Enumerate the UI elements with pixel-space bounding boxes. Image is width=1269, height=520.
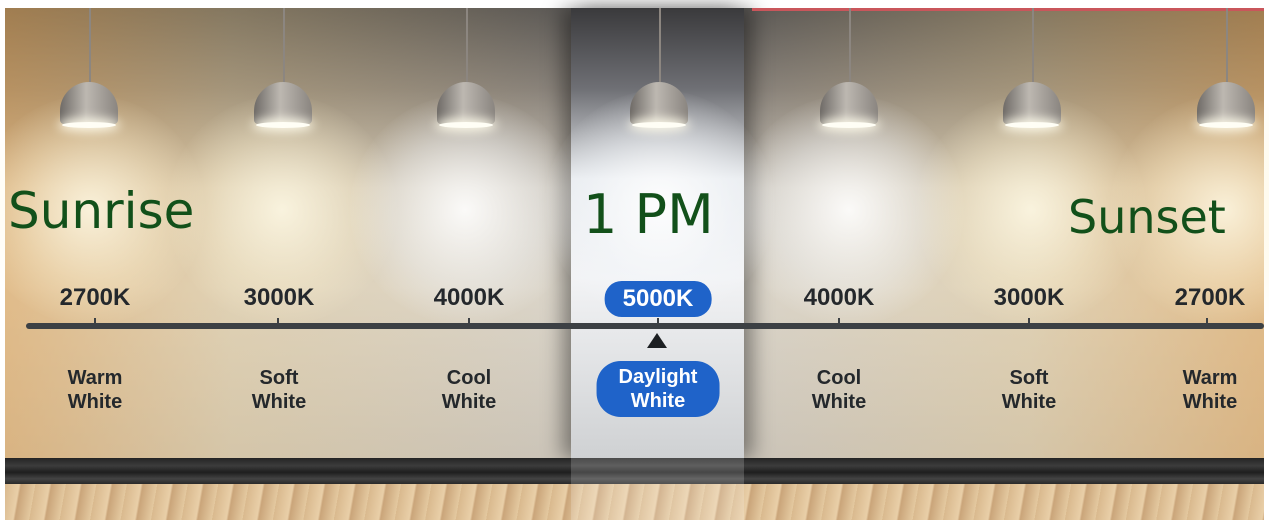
timeline-tick xyxy=(1206,318,1208,328)
light-type-label-highlight: Daylight White xyxy=(596,361,720,417)
light-type-line1: Cool xyxy=(816,367,862,389)
light-type-line2: White xyxy=(1182,391,1238,413)
timeline-tick xyxy=(657,318,659,328)
light-type-label-2: Soft White xyxy=(252,366,306,414)
light-type-line1: Soft xyxy=(259,367,299,389)
light-type-line1: Soft xyxy=(1009,367,1049,389)
kelvin-label-highlight: 5000K xyxy=(604,281,712,317)
light-type-label-3: Cool White xyxy=(442,366,496,414)
light-type-label-5: Cool White xyxy=(812,366,866,414)
light-type-line2: White xyxy=(630,390,686,412)
kelvin-label-3: 4000K xyxy=(433,284,505,311)
light-type-line1: Warm xyxy=(1182,367,1238,389)
light-type-line2: White xyxy=(1001,391,1057,413)
temperature-timeline xyxy=(26,323,1264,329)
light-type-line1: Cool xyxy=(446,367,492,389)
timeline-tick xyxy=(94,318,96,328)
kelvin-label-1: 2700K xyxy=(59,284,131,311)
title-1pm: 1 PM xyxy=(583,183,714,246)
kelvin-label-2: 3000K xyxy=(243,284,315,311)
kelvin-label-6: 3000K xyxy=(993,284,1065,311)
light-type-line2: White xyxy=(67,391,123,413)
light-type-line2: White xyxy=(441,391,497,413)
title-sunset: Sunset xyxy=(1068,190,1226,244)
lamp-cord-3 xyxy=(466,8,468,82)
timeline-tick xyxy=(277,318,279,328)
title-sunrise: Sunrise xyxy=(8,182,195,240)
lamp-cord-2 xyxy=(283,8,285,82)
light-type-line1: Warm xyxy=(67,367,123,389)
lamp-cord-5 xyxy=(849,8,851,82)
light-type-line2: White xyxy=(811,391,867,413)
top-edge-line xyxy=(752,8,1264,11)
timeline-tick xyxy=(1028,318,1030,328)
light-type-label-1: Warm White xyxy=(68,366,123,414)
kelvin-label-7: 2700K xyxy=(1174,284,1246,311)
timeline-tick xyxy=(468,318,470,328)
timeline-tick xyxy=(838,318,840,328)
light-type-line1: Daylight xyxy=(618,366,698,388)
lamp-cord-6 xyxy=(1032,8,1034,82)
light-type-label-7: Warm White xyxy=(1183,366,1238,414)
lamp-cord-7 xyxy=(1226,8,1228,82)
daylight-floor-tint xyxy=(571,458,744,520)
lamp-cord-4 xyxy=(659,8,661,82)
color-temperature-scene: Sunrise 1 PM Sunset 2700K 3000K 4000K 50… xyxy=(0,0,1269,520)
light-type-label-6: Soft White xyxy=(1002,366,1056,414)
current-time-marker-icon xyxy=(647,333,667,348)
lamp-cord-1 xyxy=(89,8,91,82)
light-type-line2: White xyxy=(251,391,307,413)
kelvin-label-5: 4000K xyxy=(803,284,875,311)
